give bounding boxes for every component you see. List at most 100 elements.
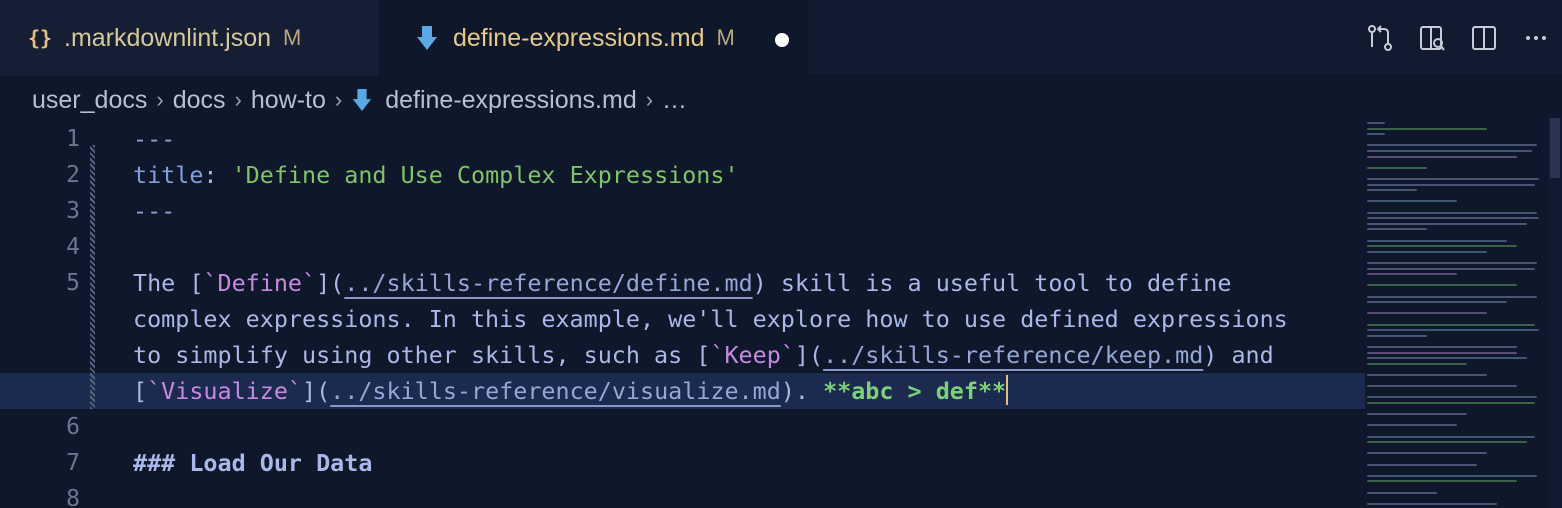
chevron-right-icon: › <box>334 87 343 112</box>
line-number: 6 <box>66 414 80 440</box>
minimap-line <box>1367 228 1427 231</box>
minimap-line <box>1367 144 1537 147</box>
markdown-arrow-icon <box>411 22 443 54</box>
minimap-line <box>1367 122 1385 124</box>
paragraph-row: to simplify using other skills, such as … <box>133 337 1274 373</box>
modified-badge: M <box>716 25 735 50</box>
tab-define-expressions-md[interactable]: define-expressions.md M <box>381 0 809 76</box>
minimap-line <box>1367 150 1532 152</box>
yaml-value: 'Define and Use Complex Expressions' <box>231 161 739 189</box>
minimap-line <box>1367 424 1457 427</box>
breadcrumb-item-how-to[interactable]: how-to <box>251 86 326 115</box>
minimap-line <box>1367 502 1497 505</box>
minimap-line <box>1367 323 1535 326</box>
minimap-line <box>1367 189 1417 192</box>
text-span: ) skill is a useful tool to define <box>752 269 1232 297</box>
unsaved-dot-icon[interactable] <box>775 33 789 47</box>
breadcrumb-item-docs[interactable]: docs <box>173 86 226 115</box>
heading: ### Load Our Data <box>133 449 373 477</box>
text-span: ). <box>780 377 824 405</box>
code-line-wrapped: complex expressions. In this example, we… <box>0 301 1365 337</box>
tab-markdownlint-json[interactable]: {} .markdownlint.json M <box>0 0 380 76</box>
line-number: 7 <box>66 450 80 476</box>
modified-badge: M <box>283 25 302 50</box>
code-line-wrapped: to simplify using other skills, such as … <box>0 337 1365 373</box>
front-matter-delimiter: --- <box>133 197 176 225</box>
minimap-line <box>1367 452 1487 455</box>
code-line: 4 <box>0 229 1365 265</box>
line-number: 5 <box>66 270 80 296</box>
split-editor-icon[interactable] <box>1458 16 1510 60</box>
more-actions-icon[interactable] <box>1510 16 1562 60</box>
text-span: to simplify using other skills, such as … <box>133 341 711 369</box>
json-braces-icon: {} <box>28 26 53 50</box>
breadcrumb-item-symbols[interactable]: … <box>662 86 687 115</box>
open-preview-icon[interactable] <box>1406 16 1458 60</box>
minimap-line <box>1367 474 1537 477</box>
code-line: 8 <box>0 481 1365 508</box>
minimap-line <box>1367 351 1517 354</box>
minimap-line <box>1367 463 1477 466</box>
text-span: The [ <box>133 269 204 297</box>
minimap-line <box>1367 295 1537 298</box>
modified-lines-gutter-indicator[interactable] <box>90 145 95 409</box>
link-text: `Define` <box>203 269 317 297</box>
minimap-line <box>1367 284 1517 287</box>
text-span: ]( <box>794 341 824 369</box>
code-line: 2 title: 'Define and Use Complex Express… <box>0 157 1365 193</box>
link-url[interactable]: ../skills-reference/define.md <box>344 269 752 297</box>
minimap-line <box>1367 396 1537 399</box>
paragraph-row: complex expressions. In this example, we… <box>133 305 1288 333</box>
minimap-line <box>1367 262 1537 264</box>
breadcrumb-item-file[interactable]: define-expressions.md <box>385 86 637 115</box>
text-cursor <box>1006 375 1009 405</box>
line-number: 3 <box>66 198 80 224</box>
minimap-line <box>1367 267 1535 270</box>
editor-actions <box>1354 0 1562 76</box>
vertical-scrollbar[interactable] <box>1548 118 1562 508</box>
minimap[interactable] <box>1365 118 1545 508</box>
scrollbar-thumb[interactable] <box>1550 118 1560 178</box>
link-url[interactable]: ../skills-reference/keep.md <box>823 341 1203 369</box>
minimap-line <box>1367 362 1467 365</box>
minimap-line <box>1367 413 1467 416</box>
text-span: ) and <box>1203 341 1274 369</box>
line-number: 2 <box>66 162 80 188</box>
minimap-line <box>1367 374 1487 376</box>
minimap-line <box>1367 245 1517 248</box>
minimap-line <box>1367 200 1457 203</box>
minimap-line <box>1367 312 1487 315</box>
text-span: ]( <box>302 377 331 405</box>
tab-title: define-expressions.md <box>453 23 705 52</box>
minimap-line <box>1367 155 1517 158</box>
code-line: 6 <box>0 409 1365 445</box>
minimap-line <box>1367 273 1457 276</box>
link-url[interactable]: ../skills-reference/visualize.md <box>330 377 781 405</box>
link-text: `Keep` <box>710 341 795 369</box>
minimap-line <box>1367 217 1539 220</box>
minimap-line <box>1367 491 1437 494</box>
minimap-line <box>1367 441 1527 444</box>
minimap-line <box>1367 435 1535 438</box>
code-line: 1 --- <box>0 121 1365 157</box>
minimap-line <box>1367 329 1539 332</box>
markdown-arrow-icon <box>351 87 373 113</box>
minimap-line <box>1367 357 1527 360</box>
bold-text: **abc > def** <box>823 377 1007 405</box>
minimap-line <box>1367 480 1517 483</box>
compare-changes-icon[interactable] <box>1354 16 1406 60</box>
minimap-line <box>1367 334 1427 337</box>
tab-bar: {} .markdownlint.json M define-expressio… <box>0 0 1562 76</box>
minimap-line <box>1367 166 1427 169</box>
minimap-line <box>1367 346 1517 348</box>
minimap-line <box>1367 385 1517 388</box>
line-number: 1 <box>66 126 80 152</box>
chevron-right-icon: › <box>645 87 654 112</box>
paragraph-row: The [`Define`](../skills-reference/defin… <box>133 265 1231 301</box>
minimap-line <box>1367 183 1535 186</box>
breadcrumb-item-user-docs[interactable]: user_docs <box>32 86 147 115</box>
minimap-line <box>1367 301 1507 304</box>
minimap-line <box>1367 239 1507 242</box>
paragraph-row: [`Visualize`](../skills-reference/visual… <box>133 373 1009 409</box>
code-editor[interactable]: 1 --- 2 title: 'Define and Use Complex E… <box>0 120 1365 508</box>
